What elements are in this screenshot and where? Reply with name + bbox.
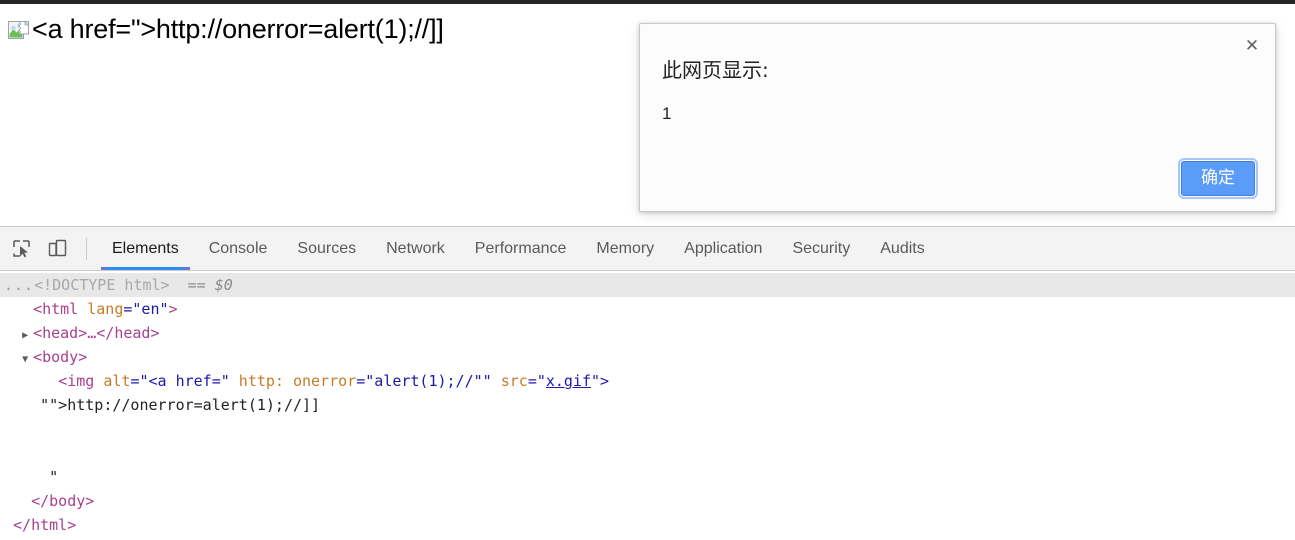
html-tag-open: <html [33,300,88,318]
tab-security[interactable]: Security [777,227,865,270]
tab-label: Security [792,239,851,257]
dom-blank-row-1 [0,417,1295,441]
tab-label: Audits [880,239,925,257]
img-src-attr-eq: =" [527,372,546,390]
tab-network[interactable]: Network [371,227,460,270]
dom-node-body-close[interactable]: </body> [0,489,1295,513]
head-collapsed-text: <head>…</head> [33,324,160,342]
dom-node-text-2[interactable]: " [0,465,1295,489]
page-viewport: <a href=">http://onerror=alert(1);//]] ✕… [0,4,1295,226]
dom-node-html[interactable]: <html lang="en"> [0,297,1295,321]
tab-label: Network [386,239,445,257]
close-icon[interactable]: ✕ [1239,33,1265,59]
device-toolbar-icon[interactable] [42,235,72,263]
html-tag-close-bracket: > [168,300,178,318]
img-onerror-attr-name[interactable]: onerror [284,372,356,390]
img-src-link[interactable]: x.gif [546,372,591,390]
tab-audits[interactable]: Audits [865,227,939,270]
html-close-tag: </html> [13,516,77,534]
doctype-text: <!DOCTYPE html> [34,276,170,294]
img-tag-open: <img [58,372,104,390]
tab-label: Memory [596,239,655,257]
tab-label: Sources [297,239,357,257]
dom-node-head[interactable]: ▶ <head>…</head> [0,321,1295,345]
img-src-attr-close: "> [591,372,610,390]
alt-text: <a href=">http://onerror=alert(1);//]] [32,14,444,44]
toolbar-divider [86,237,87,260]
tab-label: Performance [474,239,567,257]
broken-image-with-alt: <a href=">http://onerror=alert(1);//]] [8,14,444,45]
img-src-attr-name[interactable]: src [492,372,528,390]
text-node-content: " [49,468,59,486]
dom-node-text-1[interactable]: "">http://onerror=alert(1);//]] [0,393,1295,417]
img-alt-attr-value[interactable]: ="<a href=" [130,372,229,390]
ok-button[interactable]: 确定 [1178,158,1258,199]
tab-label: Elements [112,239,179,257]
html-lang-attr-value[interactable]: ="en" [123,300,168,318]
devtools-toolbar: Elements Console Sources Network Perform… [0,227,1295,271]
tab-elements[interactable]: Elements [97,227,194,270]
ellipsis-marker: ... [4,276,35,294]
broken-image-icon [8,20,30,42]
dom-blank-row-2 [0,441,1295,465]
img-alt-attr-name[interactable]: alt [103,372,130,390]
devtools-tabs: Elements Console Sources Network Perform… [97,227,940,270]
tab-label: Console [208,239,268,257]
dom-node-html-close[interactable]: </html> [0,513,1295,537]
tab-label: Application [684,239,763,257]
html-lang-attr-name[interactable]: lang [87,300,123,318]
text-node-content: "">http://onerror=alert(1);//]] [40,396,321,414]
javascript-alert-dialog: ✕ 此网页显示: 1 确定 [639,23,1276,212]
img-onerror-attr-value[interactable]: ="alert(1);//"" [356,372,491,390]
dom-node-img[interactable]: <img alt="<a href=" http: onerror="alert… [0,369,1295,393]
tab-console[interactable]: Console [194,227,283,270]
dialog-title: 此网页显示: [662,58,769,82]
tab-performance[interactable]: Performance [460,227,582,270]
dom-tree: ...<!DOCTYPE html> == $0 <html lang="en"… [0,271,1295,537]
devtools-panel: Elements Console Sources Network Perform… [0,226,1295,540]
tab-sources[interactable]: Sources [282,227,371,270]
body-open-tag: <body> [33,348,88,366]
tab-application[interactable]: Application [669,227,777,270]
body-close-tag: </body> [31,492,95,510]
inspect-element-icon[interactable] [6,235,36,263]
dialog-message: 1 [662,104,672,123]
dom-node-doctype[interactable]: ...<!DOCTYPE html> == $0 [0,273,1295,297]
dialog-button-row: 确定 [1178,158,1258,199]
selected-node-marker: == $0 [187,276,233,294]
img-alt-attr-tail[interactable]: http: [230,372,284,390]
tab-memory[interactable]: Memory [581,227,669,270]
dom-node-body[interactable]: ▼ <body> [0,345,1295,369]
